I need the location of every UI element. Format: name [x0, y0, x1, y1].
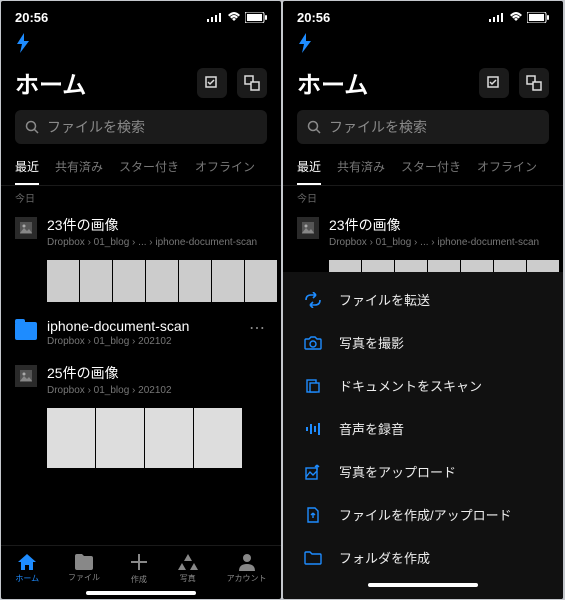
home-icon — [17, 553, 37, 571]
sort-button[interactable] — [237, 68, 267, 98]
status-bar: 20:56 — [283, 1, 563, 29]
list-item[interactable]: 25件の画像 Dropbox › 01_blog › 202102 — [1, 355, 281, 404]
sheet-upload-photos[interactable]: 写真をアップロード — [283, 450, 563, 493]
page-header: ホーム — [283, 57, 563, 110]
tabbar-photos[interactable]: 写真 — [178, 553, 198, 584]
item-path: Dropbox › 01_blog › ... › iphone-documen… — [329, 237, 549, 248]
sort-button[interactable] — [519, 68, 549, 98]
home-indicator[interactable] — [86, 591, 196, 595]
sheet-take-photo[interactable]: 写真を撮影 — [283, 321, 563, 364]
search-input[interactable]: ファイルを検索 — [297, 110, 549, 144]
status-icons — [207, 12, 267, 23]
search-placeholder: ファイルを検索 — [329, 117, 427, 137]
scan-icon — [303, 378, 323, 394]
sheet-scan-document[interactable]: ドキュメントをスキャン — [283, 364, 563, 407]
list-item[interactable]: 23件の画像 Dropbox › 01_blog › ... › iphone-… — [283, 207, 563, 256]
file-list[interactable]: 23件の画像 Dropbox › 01_blog › ... › iphone-… — [1, 207, 281, 545]
phone-left: 20:56 ホーム ファイルを検索 最近 共有済み スター付き オフライン 今日… — [1, 1, 281, 599]
phone-right: 20:56 ホーム ファイルを検索 最近 共有済み スター付き オフライン 今日… — [283, 1, 563, 599]
camera-icon — [303, 336, 323, 350]
page-title: ホーム — [297, 65, 368, 100]
tab-shared[interactable]: 共有済み — [55, 152, 103, 185]
folder-icon — [74, 554, 94, 570]
tab-recent[interactable]: 最近 — [15, 152, 39, 185]
sheet-record-audio[interactable]: 音声を録音 — [283, 407, 563, 450]
transfer-icon — [303, 292, 323, 308]
item-path: Dropbox › 01_blog › 202102 — [47, 336, 237, 347]
item-path: Dropbox › 01_blog › ... › iphone-documen… — [47, 237, 267, 248]
bolt-icon[interactable] — [283, 29, 563, 57]
new-folder-icon — [303, 551, 323, 565]
signal-icon — [489, 12, 505, 22]
image-stack-icon — [297, 217, 319, 239]
audio-icon — [303, 422, 323, 436]
multiselect-button[interactable] — [197, 68, 227, 98]
item-title: 23件の画像 — [47, 215, 267, 235]
sheet-create-folder[interactable]: フォルダを作成 — [283, 536, 563, 579]
wifi-icon — [509, 12, 523, 22]
home-indicator[interactable] — [368, 583, 478, 587]
file-upload-icon — [303, 507, 323, 523]
thumbnail-strip[interactable] — [1, 256, 281, 310]
tabbar-create[interactable]: 作成 — [129, 552, 149, 585]
item-more-button[interactable]: ⋯ — [247, 318, 267, 338]
tab-offline[interactable]: オフライン — [477, 152, 537, 185]
image-stack-icon — [15, 365, 37, 387]
tab-offline[interactable]: オフライン — [195, 152, 255, 185]
tab-starred[interactable]: スター付き — [119, 152, 179, 185]
image-stack-icon — [15, 217, 37, 239]
upload-photo-icon — [303, 464, 323, 480]
create-action-sheet: ファイルを転送 写真を撮影 ドキュメントをスキャン 音声を録音 写真をアップロー… — [283, 272, 563, 599]
tab-recent[interactable]: 最近 — [297, 152, 321, 185]
plus-icon — [129, 552, 149, 572]
battery-icon — [245, 12, 267, 23]
list-item[interactable]: 23件の画像 Dropbox › 01_blog › ... › iphone-… — [1, 207, 281, 256]
filter-tabs: 最近 共有済み スター付き オフライン — [283, 152, 563, 186]
status-time: 20:56 — [297, 10, 330, 25]
person-icon — [238, 553, 256, 571]
folder-icon — [15, 320, 37, 342]
search-placeholder: ファイルを検索 — [47, 117, 145, 137]
battery-icon — [527, 12, 549, 23]
section-today: 今日 — [283, 186, 563, 207]
tabbar-home[interactable]: ホーム — [15, 553, 39, 584]
search-input[interactable]: ファイルを検索 — [15, 110, 267, 144]
item-path: Dropbox › 01_blog › 202102 — [47, 385, 267, 396]
status-bar: 20:56 — [1, 1, 281, 29]
item-title: iphone-document-scan — [47, 318, 237, 334]
item-title: 23件の画像 — [329, 215, 549, 235]
item-title: 25件の画像 — [47, 363, 267, 383]
sheet-create-upload-file[interactable]: ファイルを作成/アップロード — [283, 493, 563, 536]
sheet-transfer-files[interactable]: ファイルを転送 — [283, 278, 563, 321]
wifi-icon — [227, 12, 241, 22]
signal-icon — [207, 12, 223, 22]
search-icon — [307, 120, 321, 134]
tabbar-account[interactable]: アカウント — [227, 553, 267, 584]
tab-bar: ホーム ファイル 作成 写真 アカウント — [1, 545, 281, 587]
list-item[interactable]: iphone-document-scan Dropbox › 01_blog ›… — [1, 310, 281, 355]
status-icons — [489, 12, 549, 23]
tabbar-files[interactable]: ファイル — [68, 554, 100, 583]
page-header: ホーム — [1, 57, 281, 110]
page-title: ホーム — [15, 65, 86, 100]
thumbnail-strip[interactable] — [1, 404, 281, 476]
section-today: 今日 — [1, 186, 281, 207]
tab-shared[interactable]: 共有済み — [337, 152, 385, 185]
tab-starred[interactable]: スター付き — [401, 152, 461, 185]
photos-icon — [178, 553, 198, 571]
search-icon — [25, 120, 39, 134]
multiselect-button[interactable] — [479, 68, 509, 98]
filter-tabs: 最近 共有済み スター付き オフライン — [1, 152, 281, 186]
status-time: 20:56 — [15, 10, 48, 25]
bolt-icon[interactable] — [1, 29, 281, 57]
